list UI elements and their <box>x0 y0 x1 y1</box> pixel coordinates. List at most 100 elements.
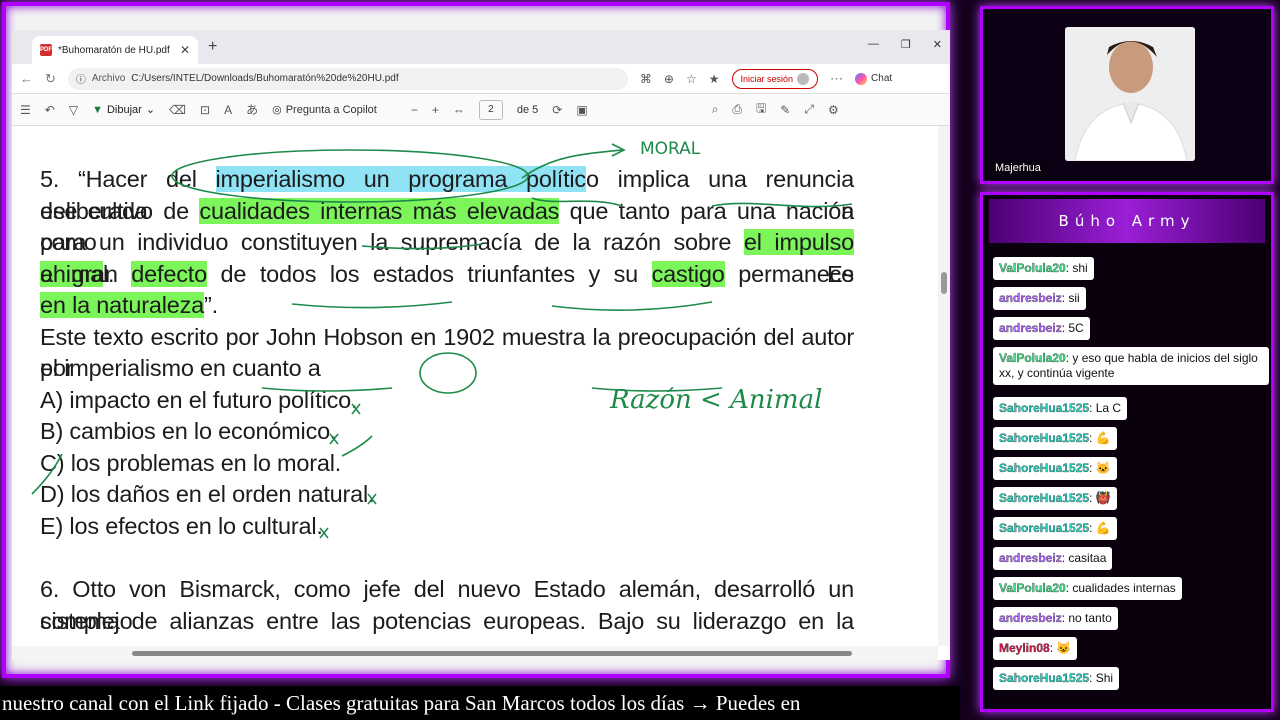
chat-message: andresbeiz: casitaa <box>993 547 1269 577</box>
chat-username[interactable]: andresbeiz <box>999 321 1062 335</box>
chat-bubble: ValPolula20: cualidades internas <box>993 577 1182 600</box>
chat-message: SahoreHua1525: 💪 <box>993 517 1269 547</box>
webcam-video <box>1065 27 1195 161</box>
filter-icon[interactable]: ▽ <box>69 103 78 117</box>
url-input[interactable]: ⓘ Archivo C:/Users/INTEL/Downloads/Buhom… <box>67 67 628 90</box>
close-icon[interactable]: ✕ <box>180 43 190 57</box>
draw-button[interactable]: ▼ Dibujar ⌄ <box>92 103 155 117</box>
window-controls: — ❐ ✕ <box>868 38 942 51</box>
chat-username[interactable]: andresbeiz <box>999 291 1062 305</box>
zoom-out-icon[interactable]: − <box>411 103 418 117</box>
chat-username[interactable]: andresbeiz <box>999 551 1062 565</box>
chat-text: : 💪 <box>1089 521 1111 535</box>
tab-pdf[interactable]: PDF *Buhomaratón de HU.pdf ✕ <box>32 36 198 64</box>
chat-username[interactable]: ValPolula20 <box>999 581 1066 595</box>
minimize-icon[interactable]: — <box>868 38 879 51</box>
person-silhouette <box>1065 27 1195 161</box>
chat-username[interactable]: SahoreHua1525 <box>999 401 1089 415</box>
chat-message: andresbeiz: no tanto <box>993 607 1269 637</box>
settings-icon[interactable]: ⚙ <box>828 103 839 117</box>
favorite-icon[interactable]: ☆ <box>686 72 697 86</box>
chat-message: SahoreHua1525: Shi <box>993 667 1269 697</box>
chat-bubble: SahoreHua1525: 💪 <box>993 517 1117 540</box>
zoom-icon[interactable]: ⊕ <box>664 72 674 86</box>
chat-message: ValPolula20: shi <box>993 257 1269 287</box>
page-total: de 5 <box>516 103 539 116</box>
ask-copilot-label: Pregunta a Copilot <box>285 103 377 116</box>
webcam-panel: Majerhua <box>980 6 1274 184</box>
chat-text: : no tanto <box>1061 611 1112 625</box>
info-icon: ⓘ <box>75 75 86 86</box>
textbox-icon[interactable]: ⊡ <box>200 103 210 117</box>
chat-text: : casitaa <box>1061 551 1107 565</box>
chat-text: : 👹 <box>1089 491 1111 505</box>
eraser-icon[interactable]: ⌫ <box>169 103 186 117</box>
chat-username[interactable]: SahoreHua1525 <box>999 491 1089 505</box>
url-text: C:/Users/INTEL/Downloads/Buhomaratón%20d… <box>131 73 399 84</box>
vertical-scroll-thumb[interactable] <box>941 272 947 294</box>
back-icon[interactable]: ← <box>20 71 33 86</box>
ticker-banner: nuestro canal con el Link fijado - Clase… <box>0 686 960 720</box>
chat-username[interactable]: SahoreHua1525 <box>999 431 1089 445</box>
chat-message: SahoreHua1525: 👹 <box>993 487 1269 517</box>
rotate-icon[interactable]: ⟳ <box>552 103 562 117</box>
undo-icon[interactable]: ↶ <box>45 103 55 117</box>
option-c: C) los problemas en lo moral. <box>40 449 342 476</box>
chat-text: : 😺 <box>1049 641 1072 655</box>
fullscreen-icon[interactable]: ⤢ <box>804 102 814 117</box>
zoom-in-icon[interactable]: + <box>432 103 439 117</box>
horizontal-scroll-thumb[interactable] <box>132 651 852 656</box>
chat-text: : 🐱 <box>1089 461 1111 475</box>
contents-icon[interactable]: ☰ <box>20 103 31 117</box>
pdf-page: 5. “Hacer del imperialismo un programa p… <box>12 126 938 646</box>
horizontal-scrollbar[interactable] <box>12 646 938 660</box>
vertical-scrollbar[interactable] <box>938 126 950 646</box>
ink-moral: MORAL <box>640 139 701 159</box>
signin-button[interactable]: Iniciar sesión <box>731 68 819 89</box>
chat-label: Chat <box>871 73 893 84</box>
stream-layout: PDF *Buhomaratón de HU.pdf ✕ + — ❐ ✕ ← ↻… <box>0 0 1280 720</box>
streamer-name: Majerhua <box>991 161 1045 175</box>
draw-label: Dibujar <box>106 103 142 116</box>
favorites-bar-icon[interactable]: ★ <box>709 72 720 86</box>
chat-username[interactable]: Meylin08 <box>999 641 1050 655</box>
copilot-chat-button[interactable]: Chat <box>855 72 893 85</box>
fit-width-icon[interactable]: ⇔ <box>453 103 465 117</box>
chat-bubble: SahoreHua1525: La C <box>993 397 1128 420</box>
chat-username[interactable]: SahoreHua1525 <box>999 461 1089 475</box>
chat-username[interactable]: ValPolula20 <box>999 351 1066 365</box>
new-tab-button[interactable]: + <box>208 38 217 56</box>
pdf-toolbar: ☰ ↶ ▽ ▼ Dibujar ⌄ ⌫ ⊡ A あ ◎ Pregunta a C… <box>12 94 950 126</box>
q5-line-6: Este texto escrito por John Hobson en 19… <box>40 323 854 382</box>
option-b: B) cambios en lo económico. <box>40 418 337 444</box>
pen-icon: ▼ <box>92 103 103 116</box>
save-icon[interactable]: 🖫 <box>756 99 766 120</box>
highlight-naturaleza: en la naturaleza <box>40 292 205 318</box>
restore-icon[interactable]: ❐ <box>901 38 911 51</box>
read-aloud-icon[interactable]: ⌘ <box>640 72 652 86</box>
q5-line-5: en la naturaleza”. <box>40 292 218 318</box>
question-text: 5. “Hacer del imperialismo un programa p… <box>40 164 854 637</box>
close-window-icon[interactable]: ✕ <box>933 38 942 51</box>
search-icon[interactable]: ⌕ <box>712 102 719 117</box>
chat-username[interactable]: SahoreHua1525 <box>999 671 1089 685</box>
translate-icon[interactable]: あ <box>246 101 258 118</box>
chat-username[interactable]: ValPolula20 <box>999 261 1066 275</box>
page-number-input[interactable]: 2 <box>478 99 503 120</box>
text-size-icon[interactable]: A <box>224 103 232 117</box>
chat-username[interactable]: SahoreHua1525 <box>999 521 1089 535</box>
chat-message: andresbeiz: sii <box>993 287 1269 317</box>
chat-username[interactable]: andresbeiz <box>999 611 1062 625</box>
option-a: A) impacto en el futuro político. <box>40 386 358 413</box>
more-icon[interactable]: ⋯ <box>830 71 843 87</box>
page-view-icon[interactable]: ▣ <box>576 103 587 117</box>
chat-text: : La C <box>1089 401 1122 415</box>
ask-copilot-button[interactable]: ◎ Pregunta a Copilot <box>272 103 377 117</box>
q5-line-3: para un individuo constituyen la suprema… <box>40 229 854 287</box>
print-icon[interactable]: ⎙ <box>732 102 742 117</box>
chat-text: : cualidades internas <box>1065 581 1176 595</box>
refresh-icon[interactable]: ↻ <box>45 71 56 87</box>
save-as-icon[interactable]: ✎ <box>780 103 790 117</box>
chat-title: Búho Army <box>989 199 1265 243</box>
